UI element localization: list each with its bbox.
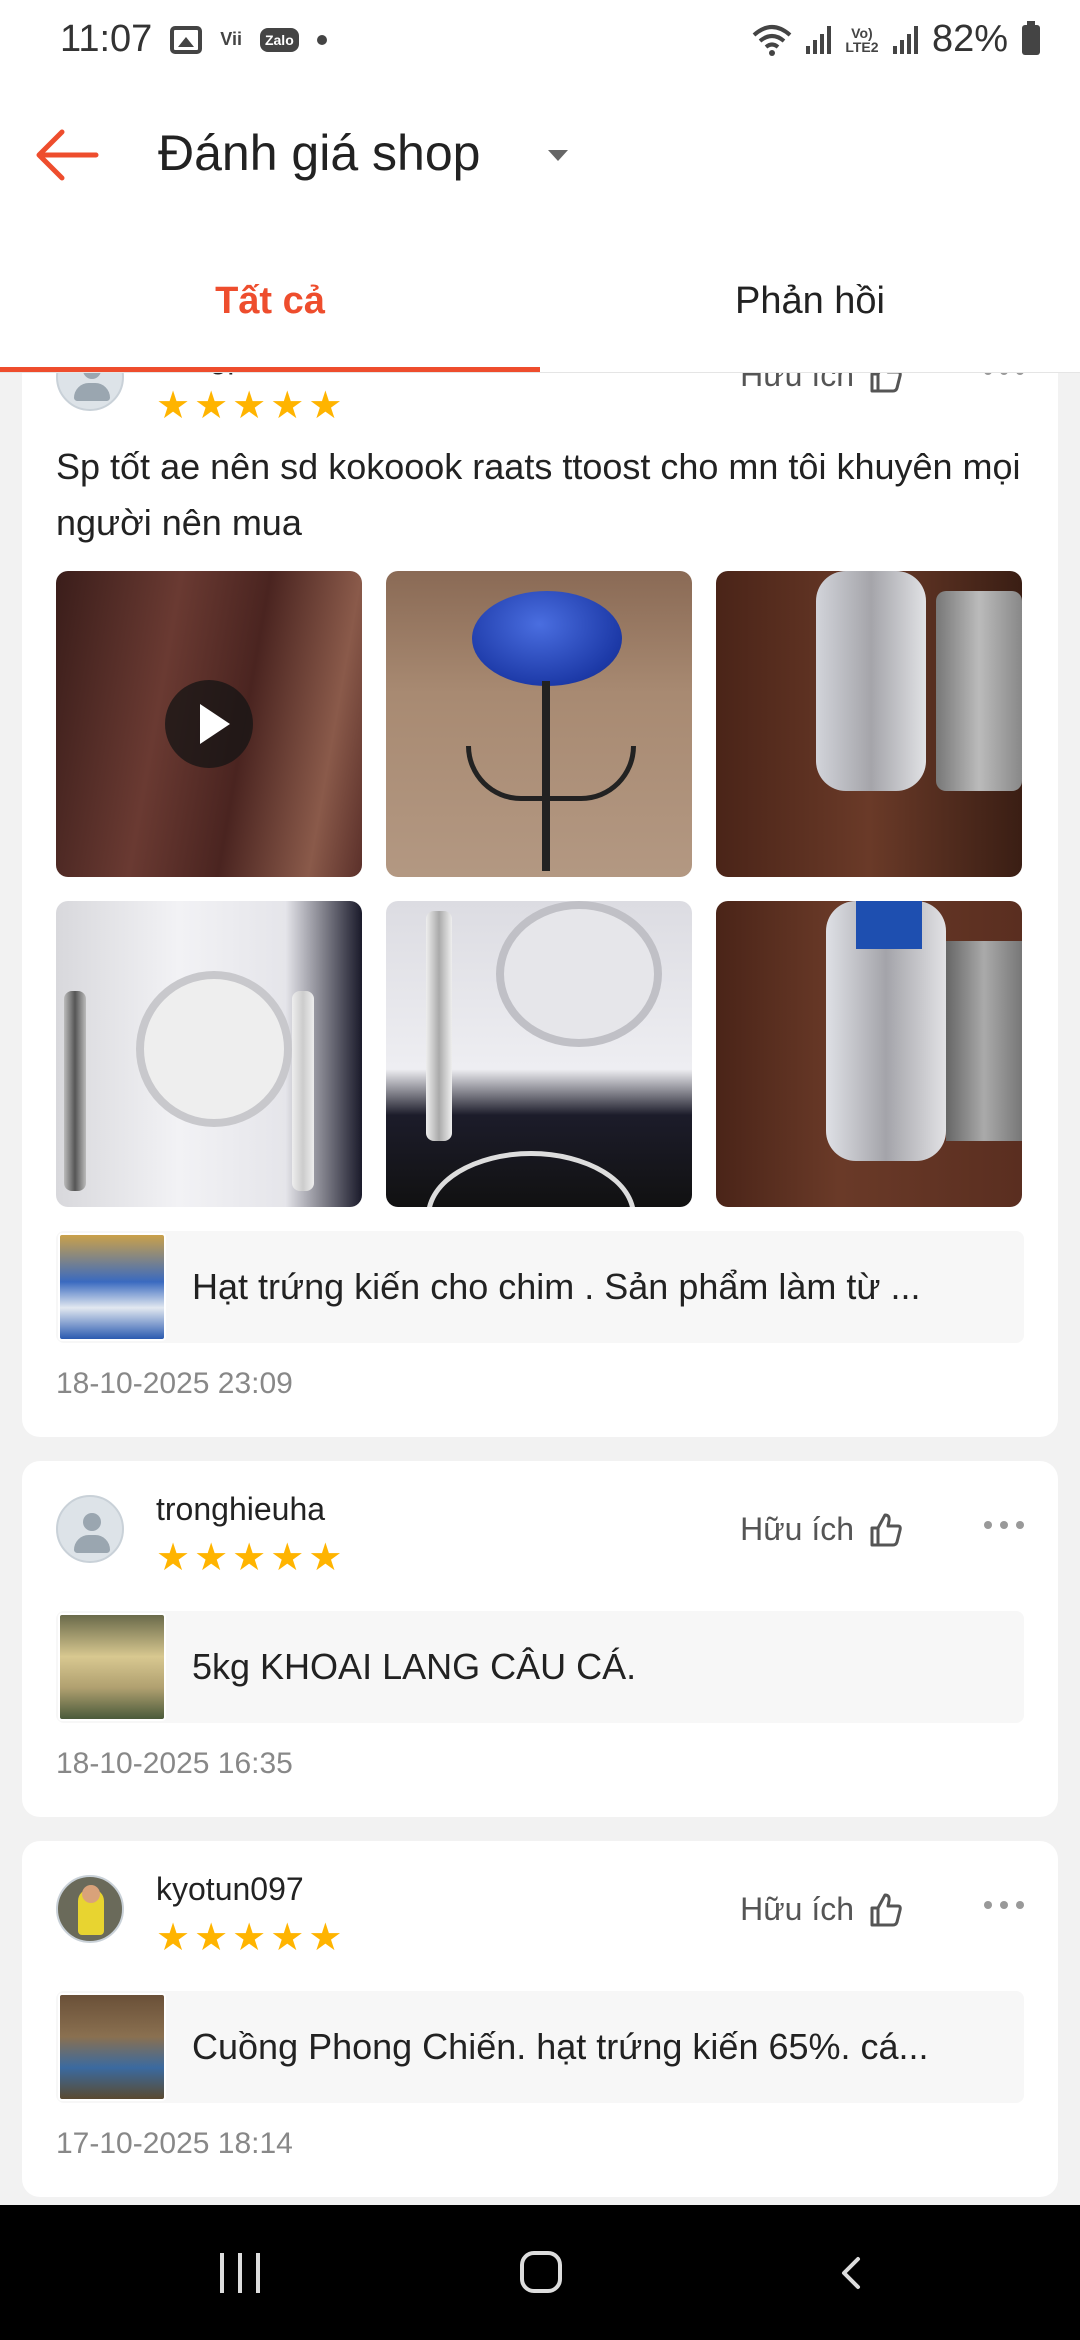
dropdown-caret-icon[interactable]	[548, 150, 568, 161]
star-icon: ★	[308, 385, 343, 427]
more-options-icon[interactable]	[984, 1901, 1024, 1909]
star-icon: ★	[232, 1917, 267, 1959]
star-icon: ★	[156, 1917, 191, 1959]
helpful-button[interactable]: Hữu ích	[740, 373, 904, 394]
thumbs-up-icon	[870, 373, 902, 392]
helpful-button[interactable]: Hữu ích	[740, 1891, 904, 1928]
status-bar: 11:07 Vii Zalo Vo) LTE2 82%	[0, 0, 1080, 80]
review-date: 18-10-2025 16:35	[56, 1747, 293, 1780]
star-icon: ★	[270, 385, 305, 427]
status-right: Vo) LTE2 82%	[752, 18, 1040, 61]
helpful-button[interactable]: Hữu ích	[740, 1511, 904, 1548]
product-name: Cuồng Phong Chiến. hạt trứng kiến 65%. c…	[192, 2026, 929, 2067]
star-rating: ★ ★ ★ ★ ★	[156, 387, 342, 425]
product-thumbnail	[58, 1993, 166, 2101]
product-link[interactable]: 5kg KHOAI LANG CÂU CÁ.	[56, 1611, 1024, 1723]
battery-icon	[1022, 20, 1040, 55]
more-options-icon[interactable]	[984, 373, 1024, 375]
app-header: Đánh giá shop	[0, 80, 1080, 230]
star-icon: ★	[270, 1537, 305, 1579]
zalo-notification-icon: Zalo	[259, 27, 299, 52]
review-photo-bottle[interactable]	[716, 901, 1022, 1207]
avatar[interactable]	[56, 373, 124, 411]
page-title[interactable]: Đánh giá shop	[158, 124, 480, 182]
product-link[interactable]: Cuồng Phong Chiến. hạt trứng kiến 65%. c…	[56, 1991, 1024, 2103]
review-date: 17-10-2025 18:14	[56, 2127, 293, 2160]
star-icon: ★	[308, 1537, 343, 1579]
review-photo-clock[interactable]	[386, 901, 692, 1207]
home-icon[interactable]	[520, 2251, 562, 2293]
signal-icon-2	[892, 25, 918, 54]
product-link[interactable]: Hạt trứng kiến cho chim . Sản phẩm làm t…	[56, 1231, 1024, 1343]
reviewer-username[interactable]: hongphanminh186	[156, 373, 421, 376]
star-icon: ★	[194, 385, 229, 427]
star-icon: ★	[232, 1537, 267, 1579]
back-arrow-icon[interactable]	[30, 118, 104, 192]
system-back-icon[interactable]	[834, 2255, 870, 2291]
tab-all[interactable]: Tất cả	[0, 230, 540, 372]
review-photo-clock[interactable]	[56, 901, 362, 1207]
review-photo-stool[interactable]	[386, 571, 692, 877]
star-icon: ★	[232, 385, 267, 427]
review-card: kyotun097 ★ ★ ★ ★ ★ Hữu ích Cuồng Phong …	[22, 1841, 1058, 2197]
battery-percent: 82%	[931, 18, 1008, 60]
status-left: 11:07 Vii Zalo	[60, 18, 327, 61]
star-rating: ★ ★ ★ ★ ★	[156, 1919, 342, 1957]
system-nav-bar	[0, 2205, 1080, 2340]
helpful-label: Hữu ích	[740, 1511, 854, 1547]
review-text: Sp tốt ae nên sd kokoook raats ttoost ch…	[56, 446, 1021, 543]
product-thumbnail	[58, 1613, 166, 1721]
product-name: Hạt trứng kiến cho chim . Sản phẩm làm t…	[192, 1266, 921, 1307]
helpful-label: Hữu ích	[740, 1891, 854, 1927]
tab-replies[interactable]: Phản hồi	[540, 230, 1080, 372]
star-icon: ★	[156, 1537, 191, 1579]
review-date: 18-10-2025 23:09	[56, 1367, 293, 1400]
review-media-grid	[56, 571, 1024, 1207]
star-icon: ★	[270, 1917, 305, 1959]
gallery-notification-icon	[170, 25, 203, 54]
review-tabs: Tất cả Phản hồi	[0, 230, 1080, 373]
reviewer-username[interactable]: kyotun097	[156, 1871, 304, 1908]
star-icon: ★	[194, 1917, 229, 1959]
product-thumbnail	[58, 1233, 166, 1341]
reviewer-username[interactable]: tronghieuha	[156, 1491, 325, 1528]
wifi-icon	[752, 24, 792, 56]
status-time: 11:07	[60, 18, 153, 60]
more-notifications-dot	[316, 34, 327, 45]
thumbs-up-icon	[870, 1513, 902, 1546]
vi-notification-icon: Vii	[220, 29, 242, 49]
signal-icon-1	[805, 25, 831, 54]
more-options-icon[interactable]	[984, 1521, 1024, 1529]
review-video-thumbnail[interactable]	[56, 571, 362, 877]
play-icon[interactable]	[165, 680, 253, 768]
recent-apps-icon[interactable]	[220, 2253, 260, 2293]
star-icon: ★	[194, 1537, 229, 1579]
review-photo-bottle[interactable]	[716, 571, 1022, 877]
review-card: hongphanminh186 ★ ★ ★ ★ ★ Hữu ích Sp tốt…	[22, 373, 1058, 1437]
lte-icon: Vo) LTE2	[845, 24, 879, 55]
star-rating: ★ ★ ★ ★ ★	[156, 1539, 342, 1577]
star-icon: ★	[156, 385, 191, 427]
review-list[interactable]: hongphanminh186 ★ ★ ★ ★ ★ Hữu ích Sp tốt…	[0, 373, 1080, 2205]
thumbs-up-icon	[870, 1893, 902, 1926]
avatar[interactable]	[56, 1495, 124, 1563]
avatar[interactable]	[56, 1875, 124, 1943]
review-card: tronghieuha ★ ★ ★ ★ ★ Hữu ích 5kg KHOAI …	[22, 1461, 1058, 1817]
helpful-label: Hữu ích	[740, 373, 854, 393]
product-name: 5kg KHOAI LANG CÂU CÁ.	[192, 1646, 637, 1687]
star-icon: ★	[308, 1917, 343, 1959]
